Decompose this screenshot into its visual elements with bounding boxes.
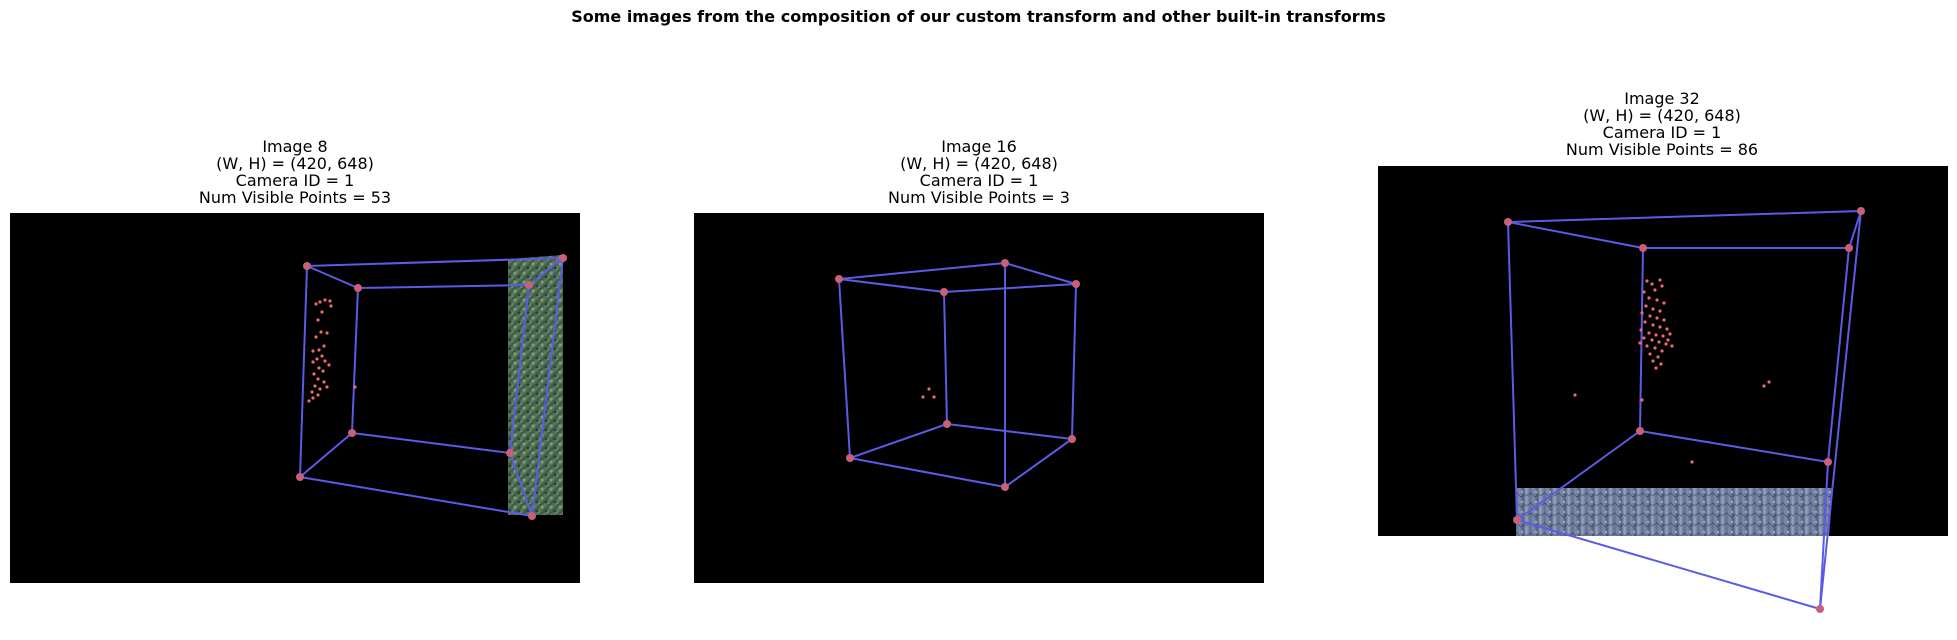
- panel-3-image-ground-strip: [1516, 488, 1833, 536]
- panel-2: [694, 213, 1264, 583]
- panel-3: [1378, 166, 1948, 613]
- panel-1: [10, 213, 580, 583]
- panel-1-image-foliage-strip: [508, 255, 563, 515]
- panel-1-image-background: [10, 213, 580, 583]
- panel-2-image-background: [694, 213, 1264, 583]
- figure-canvas: [10, 166, 1948, 613]
